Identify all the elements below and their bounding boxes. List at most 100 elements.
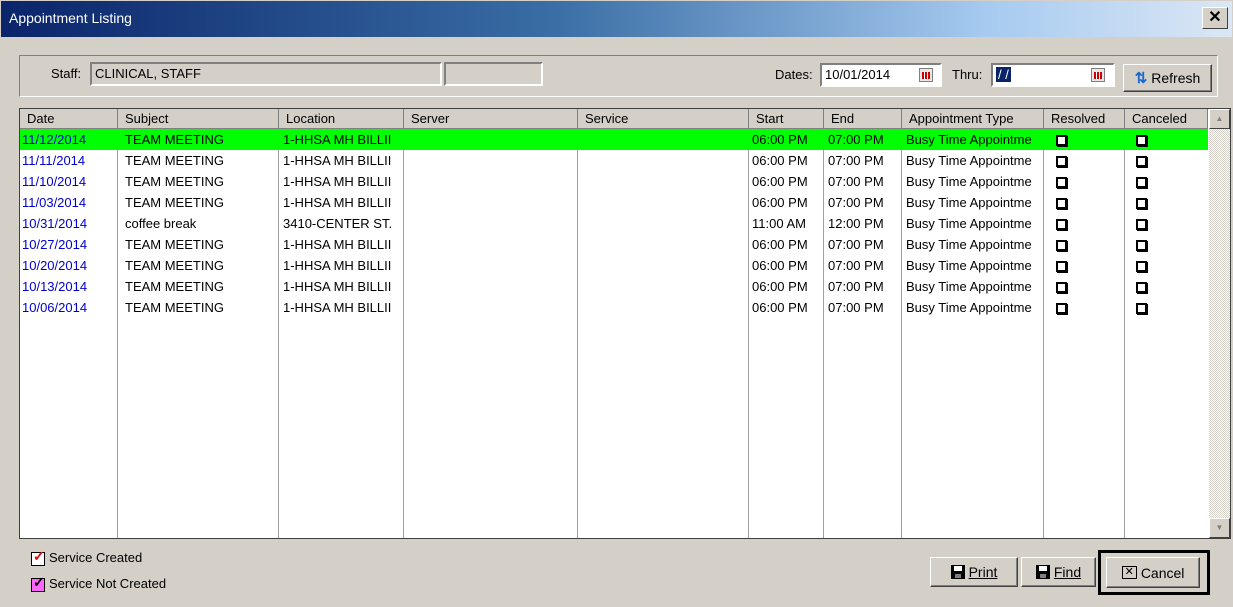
cell-end: 12:00 PM: [828, 216, 884, 231]
column-header-service[interactable]: Service: [578, 109, 749, 129]
thru-label: Thru:: [952, 67, 983, 82]
cell-start: 06:00 PM: [752, 153, 808, 168]
cell-date: 11/10/2014: [22, 174, 87, 189]
cell-end: 07:00 PM: [828, 237, 884, 252]
cancel-button[interactable]: ✕ Cancel: [1106, 557, 1200, 588]
floppy-disk-icon: [950, 565, 965, 579]
print-button[interactable]: Print: [930, 557, 1018, 587]
canceled-checkbox[interactable]: [1136, 282, 1147, 293]
column-header-location[interactable]: Location: [279, 109, 404, 129]
cell-subject: TEAM MEETING: [125, 279, 224, 294]
title-bar-gradient: [1, 1, 1232, 37]
vertical-scrollbar[interactable]: ▲ ▼: [1209, 109, 1230, 538]
resolved-checkbox[interactable]: [1056, 261, 1067, 272]
cell-start: 06:00 PM: [752, 237, 808, 252]
cell-date: 10/27/2014: [22, 237, 88, 252]
resolved-checkbox[interactable]: [1056, 303, 1067, 314]
cell-subject: TEAM MEETING: [125, 174, 224, 189]
cell-subject: coffee break: [125, 216, 197, 231]
cell-type: Busy Time Appointme: [906, 258, 1032, 273]
service-created-icon: [31, 548, 45, 566]
column-header-subject[interactable]: Subject: [118, 109, 279, 129]
cell-date: 11/12/2014: [22, 132, 87, 147]
column-header-appointment-type[interactable]: Appointment Type: [902, 109, 1044, 129]
resolved-checkbox[interactable]: [1056, 156, 1067, 167]
resolved-checkbox[interactable]: [1056, 219, 1067, 230]
service-not-created-icon: [31, 574, 45, 592]
scroll-up-button[interactable]: ▲: [1209, 109, 1230, 129]
table-row[interactable]: 11/12/2014 TEAM MEETING 1-HHSA MH BILLII 06…: [20, 129, 1208, 150]
cell-date: 10/31/2014: [22, 216, 88, 231]
cell-date: 11/11/2014: [22, 153, 86, 168]
legend-not-created-label: Service Not Created: [49, 576, 167, 591]
table-row[interactable]: 10/06/2014 TEAM MEETING 1-HHSA MH BILLII 06…: [20, 297, 1208, 318]
x-box-icon: ✕: [1121, 566, 1137, 579]
cell-start: 11:00 AM: [752, 216, 806, 231]
cell-location: 3410-CENTER ST.: [283, 216, 393, 231]
close-button[interactable]: ✕: [1202, 7, 1228, 29]
resolved-checkbox[interactable]: [1056, 198, 1067, 209]
cell-end: 07:00 PM: [828, 132, 884, 147]
calendar-icon[interactable]: [919, 68, 933, 82]
table-row[interactable]: 10/27/2014 TEAM MEETING 1-HHSA MH BILLII 06…: [20, 234, 1208, 255]
cell-type: Busy Time Appointme: [906, 195, 1032, 210]
refresh-button[interactable]: ⇅ Refresh: [1123, 64, 1212, 92]
table-row[interactable]: 11/03/2014 TEAM MEETING 1-HHSA MH BILLII 06…: [20, 192, 1208, 213]
staff-extra-field: [444, 62, 543, 86]
column-header-server[interactable]: Server: [404, 109, 578, 129]
resolved-checkbox[interactable]: [1056, 177, 1067, 188]
table-row[interactable]: 11/10/2014 TEAM MEETING 1-HHSA MH BILLII 06…: [20, 171, 1208, 192]
legend-service-not-created: Service Not Created: [31, 574, 167, 592]
appointments-grid[interactable]: Date Subject Location Server Service Sta…: [19, 108, 1231, 539]
table-row[interactable]: 10/20/2014 TEAM MEETING 1-HHSA MH BILLII 06…: [20, 255, 1208, 276]
table-row[interactable]: 11/11/2014 TEAM MEETING 1-HHSA MH BILLII 06…: [20, 150, 1208, 171]
table-row[interactable]: 10/13/2014 TEAM MEETING 1-HHSA MH BILLII 06…: [20, 276, 1208, 297]
print-label: Print: [968, 564, 998, 580]
cell-subject: TEAM MEETING: [125, 132, 224, 147]
cell-end: 07:00 PM: [828, 300, 884, 315]
column-header-resolved[interactable]: Resolved: [1044, 109, 1125, 129]
cell-location: 1-HHSA MH BILLII: [283, 279, 392, 294]
window-title: Appointment Listing: [9, 10, 132, 26]
cell-location: 1-HHSA MH BILLII: [283, 237, 392, 252]
cell-start: 06:00 PM: [752, 132, 808, 147]
canceled-checkbox[interactable]: [1136, 240, 1147, 251]
title-bar: Appointment Listing ✕: [0, 0, 1233, 37]
canceled-checkbox[interactable]: [1136, 156, 1147, 167]
canceled-checkbox[interactable]: [1136, 303, 1147, 314]
cell-subject: TEAM MEETING: [125, 195, 224, 210]
canceled-checkbox[interactable]: [1136, 198, 1147, 209]
cell-end: 07:00 PM: [828, 258, 884, 273]
cell-location: 1-HHSA MH BILLII: [283, 300, 392, 315]
canceled-checkbox[interactable]: [1136, 135, 1147, 146]
cell-location: 1-HHSA MH BILLII: [283, 153, 392, 168]
resolved-checkbox[interactable]: [1056, 135, 1067, 146]
cell-start: 06:00 PM: [752, 195, 808, 210]
resolved-checkbox[interactable]: [1056, 282, 1067, 293]
cell-start: 06:00 PM: [752, 174, 808, 189]
dates-label: Dates:: [775, 67, 813, 82]
cell-type: Busy Time Appointme: [906, 153, 1032, 168]
cancel-label: Cancel: [1140, 564, 1185, 581]
canceled-checkbox[interactable]: [1136, 261, 1147, 272]
staff-field[interactable]: CLINICAL, STAFF: [90, 62, 442, 86]
column-header-canceled[interactable]: Canceled: [1125, 109, 1208, 129]
find-label: Find: [1053, 564, 1082, 580]
cell-location: 1-HHSA MH BILLII: [283, 174, 392, 189]
column-header-date[interactable]: Date: [20, 109, 118, 129]
scroll-down-button[interactable]: ▼: [1209, 518, 1230, 538]
cell-end: 07:00 PM: [828, 279, 884, 294]
staff-label: Staff:: [51, 66, 82, 81]
column-header-start[interactable]: Start: [749, 109, 824, 129]
canceled-checkbox[interactable]: [1136, 177, 1147, 188]
cell-type: Busy Time Appointme: [906, 132, 1032, 147]
find-button[interactable]: Find: [1021, 557, 1096, 587]
cell-start: 06:00 PM: [752, 279, 808, 294]
resolved-checkbox[interactable]: [1056, 240, 1067, 251]
calendar-icon[interactable]: [1091, 68, 1105, 82]
column-header-end[interactable]: End: [824, 109, 902, 129]
refresh-icon: ⇅: [1134, 70, 1148, 87]
canceled-checkbox[interactable]: [1136, 219, 1147, 230]
legend-created-label: Service Created: [49, 550, 143, 565]
table-row[interactable]: 10/31/2014 coffee break 3410-CENTER ST. 11:…: [20, 213, 1208, 234]
